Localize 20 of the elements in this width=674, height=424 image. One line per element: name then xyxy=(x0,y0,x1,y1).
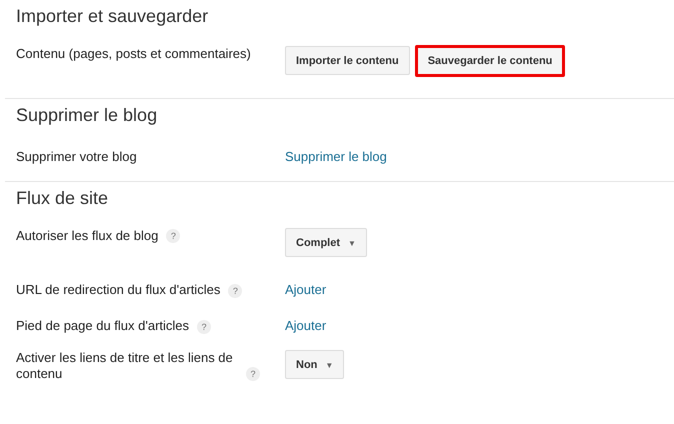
dropdown-button[interactable]: Non ▼ xyxy=(285,350,344,379)
setting-label: URL de redirection du flux d'articles xyxy=(16,282,220,297)
action-button[interactable]: Importer le contenu xyxy=(285,46,410,75)
section-title: Flux de site xyxy=(16,188,110,210)
section-title: Importer et sauvegarder xyxy=(16,6,210,28)
setting-label: Pied de page du flux d'articles xyxy=(16,318,190,333)
help-icon[interactable]: ? xyxy=(246,367,260,381)
setting-link[interactable]: Ajouter xyxy=(285,282,326,297)
section-title: Supprimer le blog xyxy=(16,105,158,127)
setting-link[interactable]: Ajouter xyxy=(285,318,326,333)
setting-link[interactable]: Supprimer le blog xyxy=(285,149,387,164)
setting-label: Autoriser les flux de blog xyxy=(16,228,158,244)
action-button[interactable]: Sauvegarder le contenu xyxy=(414,44,566,76)
dropdown-button[interactable]: Complet ▼ xyxy=(285,228,367,257)
setting-label: Activer les liens de titre et les liens de contenu xyxy=(16,350,234,382)
help-icon[interactable]: ? xyxy=(228,284,242,298)
setting-label: Supprimer votre blog xyxy=(16,149,137,164)
help-icon[interactable]: ? xyxy=(166,229,180,243)
help-icon[interactable]: ? xyxy=(197,320,212,334)
setting-label: Contenu (pages, posts et commentaires) xyxy=(16,46,251,61)
